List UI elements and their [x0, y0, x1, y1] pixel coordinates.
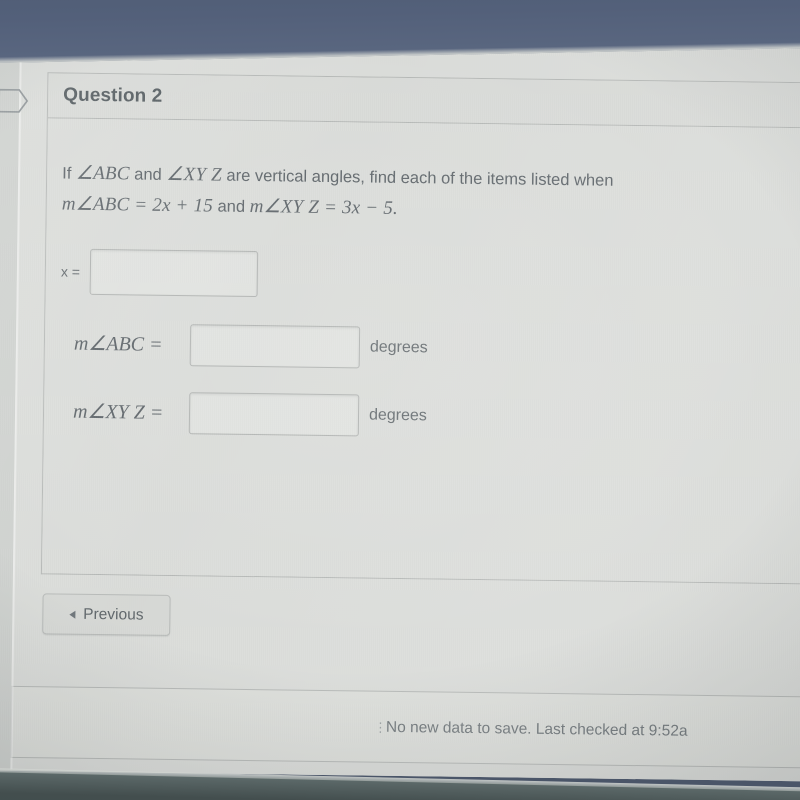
problem-angle-xyz: ∠XY Z — [166, 163, 223, 186]
previous-button-label: Previous — [83, 605, 144, 624]
photo-of-screen: Question 2 If ∠ABC and ∠XY Z are vertica… — [0, 0, 800, 800]
label-m-angle-abc: m∠ABC = — [73, 332, 163, 356]
unit-label-xyz: degrees — [368, 406, 427, 424]
answer-row-abc: m∠ABC = degrees — [60, 322, 800, 374]
previous-button[interactable]: Previous — [42, 593, 171, 636]
question-card-body: If ∠ABC and ∠XY Z are vertical angles, f… — [41, 118, 800, 584]
tag-outline-icon[interactable] — [0, 88, 29, 114]
question-card: Question 2 If ∠ABC and ∠XY Z are vertica… — [40, 72, 800, 585]
label-x: x = — [60, 263, 81, 280]
problem-expression-abc: m∠ABC = 2x + 15 — [61, 193, 214, 217]
problem-line1-suffix: are vertical angles, find each of the it… — [221, 166, 614, 190]
m-angle-xyz-input[interactable] — [188, 391, 360, 436]
screen-content: Question 2 If ∠ABC and ∠XY Z are vertica… — [0, 30, 800, 782]
answer-row-xyz: m∠XY Z = degrees — [59, 390, 800, 442]
status-bar: ⋮ No new data to save. Last checked at 9… — [10, 685, 800, 769]
unit-label-abc: degrees — [369, 338, 428, 356]
save-status-message: No new data to save. Last checked at 9:5… — [385, 718, 688, 740]
problem-statement: If ∠ABC and ∠XY Z are vertical angles, f… — [62, 159, 763, 230]
x-input[interactable] — [89, 248, 259, 297]
problem-line1-prefix: If — [62, 164, 77, 183]
chevron-left-icon — [69, 610, 76, 619]
problem-line2-conjunction: and — [212, 197, 250, 216]
m-angle-abc-input[interactable] — [189, 323, 361, 368]
answer-row-x: x = — [61, 248, 800, 304]
problem-conjunction: and — [129, 165, 167, 184]
problem-expression-xyz: m∠XY Z = 3x − 5. — [249, 195, 399, 219]
page-title: Question 2 — [63, 84, 163, 107]
label-m-angle-xyz: m∠XY Z = — [72, 400, 164, 424]
problem-angle-abc: ∠ABC — [75, 162, 130, 185]
